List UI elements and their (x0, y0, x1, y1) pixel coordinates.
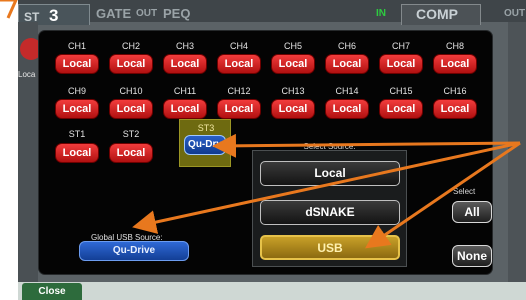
arrow-to-global-usb-icon (132, 141, 521, 234)
corner-arrow-icon (0, 0, 18, 19)
arrow-to-st3-icon (212, 133, 521, 158)
annotation-arrows (0, 0, 521, 249)
